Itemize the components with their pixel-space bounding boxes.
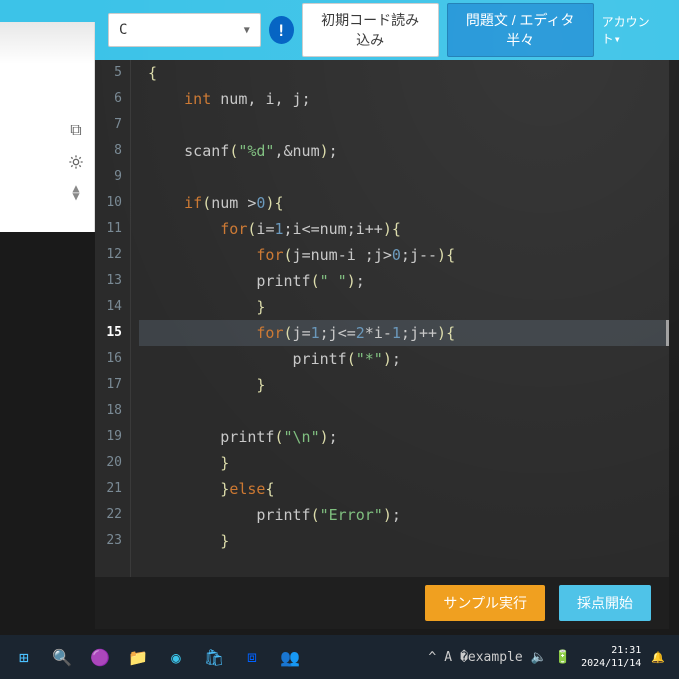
code-line[interactable] — [139, 164, 669, 190]
ime-indicator[interactable]: A — [444, 650, 452, 665]
line-number: 19 — [95, 424, 122, 450]
load-initial-code-button[interactable]: 初期コード読み込み — [302, 3, 439, 57]
warning-badge[interactable]: ! — [269, 16, 294, 44]
code-line[interactable]: int num, i, j; — [139, 86, 669, 112]
clock[interactable]: 21:31 2024/11/14 — [581, 644, 641, 670]
windows-start-icon[interactable]: ⊞ — [10, 643, 38, 671]
store-icon[interactable]: 🛍 — [200, 643, 228, 671]
code-line[interactable]: scanf("%d",&num); — [139, 138, 669, 164]
split-view-button[interactable]: 問題文 / エディタ半々 — [447, 3, 594, 57]
code-lines[interactable]: { int num, i, j; scanf("%d",&num); if(nu… — [131, 60, 669, 577]
taskbar-left: ⊞ 🔍 🟣 📁 ◉ 🛍 ⧈ 👥 — [0, 643, 304, 671]
line-number: 14 — [95, 294, 122, 320]
code-line[interactable]: if(num >0){ — [139, 190, 669, 216]
topbar-right: アカウント▾ — [602, 13, 669, 47]
code-line[interactable] — [139, 112, 669, 138]
line-number: 8 — [95, 138, 122, 164]
code-line[interactable]: } — [139, 450, 669, 476]
editor-actions: サンプル実行 採点開始 — [95, 577, 669, 629]
line-number: 17 — [95, 372, 122, 398]
sun-icon[interactable] — [68, 154, 84, 170]
code-line[interactable]: }else{ — [139, 476, 669, 502]
line-number: 20 — [95, 450, 122, 476]
tray-chevron-icon[interactable]: ^ — [428, 650, 436, 665]
edge-icon[interactable]: ◉ — [162, 643, 190, 671]
code-line[interactable]: } — [139, 528, 669, 554]
line-number: 15 — [95, 320, 122, 346]
line-number: 16 — [95, 346, 122, 372]
line-number: 7 — [95, 112, 122, 138]
code-line[interactable]: } — [139, 372, 669, 398]
system-tray[interactable]: ^ A �example 🔈 🔋 — [428, 650, 571, 665]
code-line[interactable]: { — [139, 60, 669, 86]
code-line[interactable]: printf(" "); — [139, 268, 669, 294]
topbar: C ▼ ! 初期コード読み込み 問題文 / エディタ半々 アカウント▾ — [0, 0, 679, 60]
search-icon[interactable]: 🔍 — [48, 643, 76, 671]
wifi-icon[interactable]: �example — [460, 650, 523, 665]
line-gutter: 567891011121314151617181920212223 — [95, 60, 131, 577]
line-number: 9 — [95, 164, 122, 190]
code-line[interactable]: for(j=num-i ;j>0;j--){ — [139, 242, 669, 268]
copilot-icon[interactable]: 🟣 — [86, 643, 114, 671]
account-menu[interactable]: アカウント▾ — [602, 13, 661, 47]
code-line[interactable]: for(i=1;i<=num;i++){ — [139, 216, 669, 242]
line-number: 21 — [95, 476, 122, 502]
line-number: 18 — [95, 398, 122, 424]
code-line[interactable]: printf("\n"); — [139, 424, 669, 450]
sample-run-button[interactable]: サンプル実行 — [425, 585, 545, 621]
dropbox-icon[interactable]: ⧈ — [238, 643, 266, 671]
code-editor: 567891011121314151617181920212223 { int … — [95, 60, 669, 629]
code-line[interactable]: } — [139, 294, 669, 320]
language-value: C — [119, 22, 127, 38]
teams-icon[interactable]: 👥 — [276, 643, 304, 671]
explorer-icon[interactable]: 📁 — [124, 643, 152, 671]
notification-icon[interactable]: 🔔 — [651, 651, 665, 664]
popout-icon[interactable]: ⧉ — [70, 120, 81, 140]
line-number: 6 — [95, 86, 122, 112]
resize-arrows-icon[interactable]: ▲▼ — [72, 184, 79, 200]
line-number: 10 — [95, 190, 122, 216]
line-number: 5 — [95, 60, 122, 86]
date-text: 2024/11/14 — [581, 657, 641, 670]
code-line[interactable]: printf("Error"); — [139, 502, 669, 528]
chevron-down-icon: ▼ — [244, 25, 250, 36]
volume-icon[interactable]: 🔈 — [531, 650, 547, 665]
line-number: 13 — [95, 268, 122, 294]
line-number: 23 — [95, 528, 122, 554]
exclamation-icon: ! — [276, 21, 286, 40]
taskbar-right: ^ A �example 🔈 🔋 21:31 2024/11/14 🔔 — [428, 644, 679, 670]
left-panel: ⧉ ▲▼ — [0, 22, 95, 232]
line-number: 12 — [95, 242, 122, 268]
time-text: 21:31 — [581, 644, 641, 657]
battery-icon[interactable]: 🔋 — [555, 650, 571, 665]
code-line[interactable]: for(j=1;j<=2*i-1;j++){ — [139, 320, 669, 346]
line-number: 22 — [95, 502, 122, 528]
code-line[interactable] — [139, 398, 669, 424]
code-area[interactable]: 567891011121314151617181920212223 { int … — [95, 60, 669, 577]
line-number: 11 — [95, 216, 122, 242]
code-line[interactable]: printf("*"); — [139, 346, 669, 372]
windows-taskbar: ⊞ 🔍 🟣 📁 ◉ 🛍 ⧈ 👥 ^ A �example 🔈 🔋 21:31 2… — [0, 635, 679, 679]
start-grading-button[interactable]: 採点開始 — [559, 585, 651, 621]
language-select[interactable]: C ▼ — [108, 13, 261, 47]
